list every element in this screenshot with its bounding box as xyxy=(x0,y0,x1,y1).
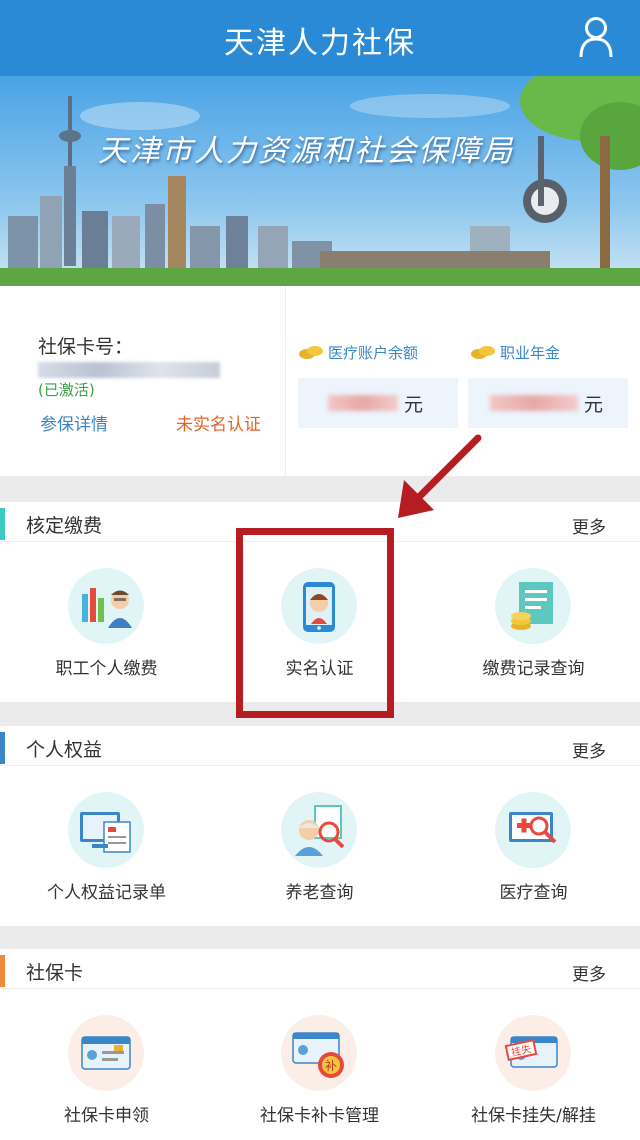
card-report-loss-icon: 挂失 xyxy=(495,1015,571,1091)
payment-record-icon xyxy=(495,568,571,644)
banner-title: 天津市人力资源和社会保障局 xyxy=(98,134,514,169)
employee-payment-item[interactable]: 职工个人缴费 xyxy=(0,542,213,702)
annuity-blurred xyxy=(490,395,578,411)
highlight-box xyxy=(236,528,394,718)
city-skyline-image xyxy=(0,76,640,286)
medical-query-item[interactable]: 医疗查询 xyxy=(427,766,640,926)
rights-record-icon xyxy=(68,792,144,868)
medical-balance-unit: 元 xyxy=(404,394,424,416)
banner: 天津市人力资源和社会保障局 xyxy=(0,76,640,286)
item-label: 缴费记录查询 xyxy=(482,659,585,679)
annuity-text: 职业年金 xyxy=(500,344,561,362)
employee-payment-icon xyxy=(68,568,144,644)
section-accent-bar xyxy=(0,732,5,764)
item-label: 职工个人缴费 xyxy=(55,659,158,679)
card-status: (已激活) xyxy=(38,381,95,399)
section-header-rights: 个人权益 更多 xyxy=(0,726,640,766)
coin-icon xyxy=(299,346,323,359)
card-number-blurred xyxy=(38,362,220,378)
annuity-box[interactable]: 元 xyxy=(468,378,628,428)
item-label: 社保卡补卡管理 xyxy=(260,1106,379,1126)
annotation-arrow-icon xyxy=(398,434,482,518)
app-page: 天津人力社保 天津市人力资源和社会保障局 社保卡号： (已激活) 参保详情 未实… xyxy=(0,0,640,1140)
item-label: 社保卡挂失/解挂 xyxy=(471,1106,596,1126)
item-label: 社保卡申领 xyxy=(64,1106,149,1126)
account-card: 社保卡号： (已激活) 参保详情 未实名认证 医疗账户余额 元 职业年金 元 xyxy=(0,286,640,476)
section-body-rights: 个人权益记录单 养老查询 医疗查询 xyxy=(0,766,640,926)
unverified-status-link[interactable]: 未实名认证 xyxy=(176,410,261,435)
card-info: 社保卡号： (已激活) 参保详情 未实名认证 xyxy=(0,286,286,476)
card-number-label: 社保卡号： xyxy=(38,336,134,358)
app-header: 天津人力社保 xyxy=(0,0,640,76)
payment-record-item[interactable]: 缴费记录查询 xyxy=(427,542,640,702)
card-reissue-icon: 补 xyxy=(281,1015,357,1091)
medical-query-icon xyxy=(495,792,571,868)
more-link[interactable]: 更多 xyxy=(572,513,606,538)
section-accent-bar xyxy=(0,508,5,540)
medical-balance-blurred xyxy=(328,395,398,411)
coin-icon xyxy=(471,346,495,359)
item-label: 养老查询 xyxy=(285,883,354,903)
pension-query-item[interactable]: 养老查询 xyxy=(213,766,426,926)
item-label: 医疗查询 xyxy=(499,883,568,903)
medical-balance-box[interactable]: 元 xyxy=(298,378,458,428)
section-title: 个人权益 xyxy=(26,739,103,761)
card-apply-item[interactable]: 社保卡申领 xyxy=(0,989,213,1140)
card-reissue-item[interactable]: 补 社保卡补卡管理 xyxy=(213,989,426,1140)
section-header-card: 社保卡 更多 xyxy=(0,949,640,989)
more-link[interactable]: 更多 xyxy=(572,737,606,762)
pension-query-icon xyxy=(281,792,357,868)
app-title: 天津人力社保 xyxy=(224,26,416,61)
insurance-detail-link[interactable]: 参保详情 xyxy=(40,410,108,435)
rights-record-item[interactable]: 个人权益记录单 xyxy=(0,766,213,926)
user-icon[interactable] xyxy=(578,16,614,58)
section-body-card: 社保卡申领 补 社保卡补卡管理 挂失 社保卡挂失/解挂 xyxy=(0,989,640,1140)
card-report-loss-item[interactable]: 挂失 社保卡挂失/解挂 xyxy=(427,989,640,1140)
more-link[interactable]: 更多 xyxy=(572,960,606,985)
section-accent-bar xyxy=(0,955,5,987)
section-title: 社保卡 xyxy=(26,962,84,984)
section-title: 核定缴费 xyxy=(26,515,103,537)
annuity-label: 职业年金 xyxy=(470,342,560,363)
item-label: 个人权益记录单 xyxy=(47,883,166,903)
medical-balance-label: 医疗账户余额 xyxy=(298,342,418,363)
svg-text:补: 补 xyxy=(325,1059,337,1073)
medical-balance-text: 医疗账户余额 xyxy=(328,344,419,362)
card-apply-icon xyxy=(68,1015,144,1091)
annuity-unit: 元 xyxy=(584,394,604,416)
